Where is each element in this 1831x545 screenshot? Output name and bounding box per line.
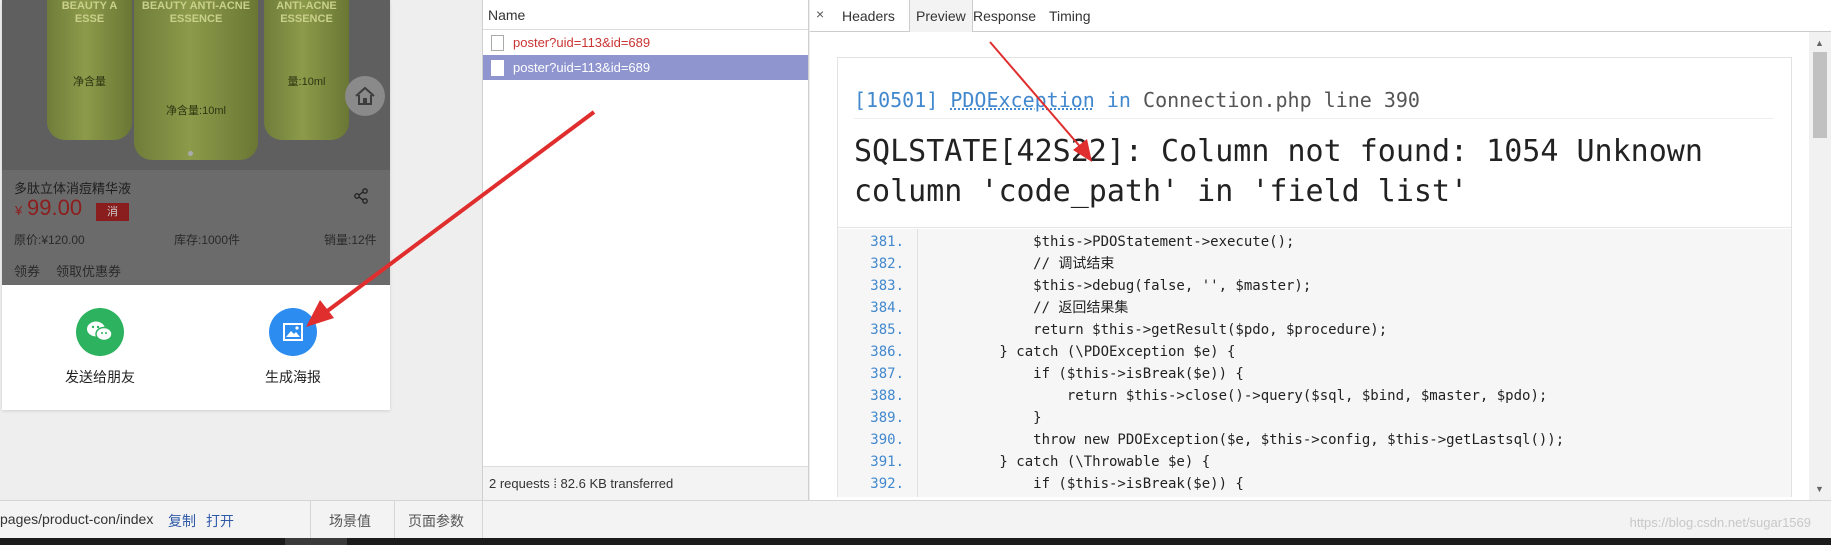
- network-request-list: Name poster?uid=113&id=689 poster?uid=11…: [482, 0, 809, 500]
- original-price: 原价:¥120.00: [14, 233, 85, 247]
- taskbar-active-item[interactable]: [285, 538, 347, 545]
- error-file: Connection.php line 390: [1143, 88, 1420, 112]
- tab-preview[interactable]: Preview: [909, 0, 973, 32]
- exception-class-link[interactable]: PDOException: [950, 88, 1095, 112]
- page-path-bar: pages/product-con/index 复制 打开 场景值 页面参数: [0, 500, 1831, 539]
- product-bottle-right: ANTI-ACNE ESSENCE 量:10ml: [264, 0, 349, 140]
- scrollbar-thumb[interactable]: [1813, 52, 1827, 138]
- open-link[interactable]: 打开: [206, 511, 234, 531]
- share-icon: [354, 188, 368, 204]
- detail-tabs: × Headers Preview Response Timing: [810, 0, 1831, 32]
- code-line: 388. return $this->close()->query($sql, …: [870, 388, 1548, 404]
- copy-link[interactable]: 复制: [168, 511, 196, 531]
- bottle-volume: 净含量: [73, 76, 106, 88]
- home-icon: [355, 86, 375, 105]
- file-icon: [491, 60, 504, 76]
- price-currency: ¥: [15, 203, 23, 218]
- tab-response[interactable]: Response: [973, 0, 1036, 32]
- phone-screen: BEAUTY A ESSE 净含量 ANTI-ACNE ESSENCE 量:10…: [2, 0, 390, 410]
- code-line: 382. // 调试结束: [870, 256, 1115, 272]
- product-price: 99.00: [27, 195, 83, 220]
- promo-badge: 消: [96, 203, 129, 221]
- exception-header: [10501] PDOException in Connection.php l…: [838, 58, 1791, 228]
- get-coupon-link[interactable]: 领取优惠券: [56, 261, 121, 280]
- divider: [394, 501, 395, 539]
- close-icon[interactable]: ×: [816, 6, 824, 22]
- code-line: 386. } catch (\PDOException $e) {: [870, 344, 1236, 360]
- request-name: poster?uid=113&id=689: [513, 60, 651, 75]
- generate-poster-button[interactable]: 生成海报: [233, 308, 353, 387]
- file-icon: [491, 35, 504, 51]
- coupon-label: 领券: [14, 264, 41, 279]
- code-line: 385. return $this->getResult($pdo, $proc…: [870, 322, 1388, 338]
- code-line: 383. $this->debug(false, '', $master);: [870, 278, 1312, 294]
- code-line: 389. }: [870, 410, 1042, 426]
- code-line: 381. $this->PDOStatement->execute();: [870, 234, 1295, 250]
- page-path: pages/product-con/index: [0, 511, 154, 527]
- send-to-friend-label: 发送给朋友: [65, 369, 135, 385]
- carousel-dot[interactable]: [188, 151, 193, 156]
- code-line: 391. } catch (\Throwable $e) {: [870, 454, 1211, 470]
- response-panel: × Headers Preview Response Timing [10501…: [810, 0, 1831, 500]
- devtools-window: BEAUTY A ESSE 净含量 ANTI-ACNE ESSENCE 量:10…: [0, 0, 1831, 545]
- exception-card: [10501] PDOException in Connection.php l…: [837, 57, 1792, 497]
- vertical-scrollbar[interactable]: ▲ ▼: [1809, 32, 1831, 500]
- code-line: 387. if ($this->isBreak($e)) {: [870, 366, 1244, 382]
- scroll-down-icon[interactable]: ▼: [1815, 484, 1824, 494]
- request-row-selected[interactable]: poster?uid=113&id=689: [483, 55, 808, 80]
- wechat-icon: [76, 308, 124, 356]
- scene-value-button[interactable]: 场景值: [329, 511, 371, 531]
- home-button[interactable]: [345, 76, 385, 116]
- divider: [854, 118, 1774, 119]
- product-info: 多肽立体消痘精华液 ¥ 99.00 消 原价:¥120.00 库存:1000件 …: [2, 170, 390, 285]
- source-code-block: 381. $this->PDOStatement->execute(); 382…: [838, 229, 1791, 497]
- request-name: poster?uid=113&id=689: [513, 35, 651, 50]
- tab-timing[interactable]: Timing: [1049, 0, 1091, 32]
- product-bottle-center: BEAUTY ANTI-ACNE ESSENCE 净含量:10ml: [134, 0, 258, 160]
- exception-location: [10501] PDOException in Connection.php l…: [854, 88, 1420, 112]
- divider: [310, 501, 311, 539]
- code-line: 384. // 返回结果集: [870, 300, 1129, 316]
- simulator-panel: BEAUTY A ESSE 净含量 ANTI-ACNE ESSENCE 量:10…: [0, 0, 482, 500]
- error-code: [10501]: [854, 88, 939, 112]
- send-to-friend-button[interactable]: 发送给朋友: [40, 308, 160, 387]
- divider: [482, 501, 483, 539]
- request-row[interactable]: poster?uid=113&id=689: [483, 30, 808, 55]
- share-button[interactable]: [353, 188, 369, 209]
- exception-message: SQLSTATE[42S22]: Column not found: 1054 …: [854, 134, 1703, 209]
- bottle-volume: 量:10ml: [287, 76, 326, 88]
- product-area: BEAUTY A ESSE 净含量 ANTI-ACNE ESSENCE 量:10…: [2, 0, 390, 285]
- product-bottle-left: BEAUTY A ESSE 净含量: [47, 0, 132, 140]
- bottle-text: BEAUTY ANTI-ACNE ESSENCE: [141, 0, 251, 25]
- network-summary: 2 requests ⁞ 82.6 KB transferred: [483, 466, 808, 500]
- stock-count: 库存:1000件: [174, 233, 241, 247]
- bottle-volume: 净含量:10ml: [166, 105, 226, 117]
- taskbar: [0, 538, 1831, 545]
- generate-poster-label: 生成海报: [265, 369, 321, 385]
- page-params-button[interactable]: 页面参数: [408, 511, 464, 531]
- name-column-header[interactable]: Name: [483, 0, 808, 30]
- sales-count: 销量:12件: [324, 233, 377, 247]
- product-image[interactable]: BEAUTY A ESSE 净含量 ANTI-ACNE ESSENCE 量:10…: [2, 0, 390, 170]
- scroll-up-icon[interactable]: ▲: [1815, 38, 1824, 48]
- bottle-text: ANTI-ACNE ESSENCE: [276, 0, 337, 25]
- error-in-text: in: [1106, 88, 1131, 112]
- code-line: 390. throw new PDOException($e, $this->c…: [870, 432, 1565, 448]
- tab-headers[interactable]: Headers: [842, 0, 895, 32]
- image-icon: [269, 308, 317, 356]
- watermark: https://blog.csdn.net/sugar1569: [1629, 515, 1811, 530]
- code-line: 392. if ($this->isBreak($e)) {: [870, 476, 1244, 492]
- bottle-text: BEAUTY A ESSE: [61, 0, 118, 25]
